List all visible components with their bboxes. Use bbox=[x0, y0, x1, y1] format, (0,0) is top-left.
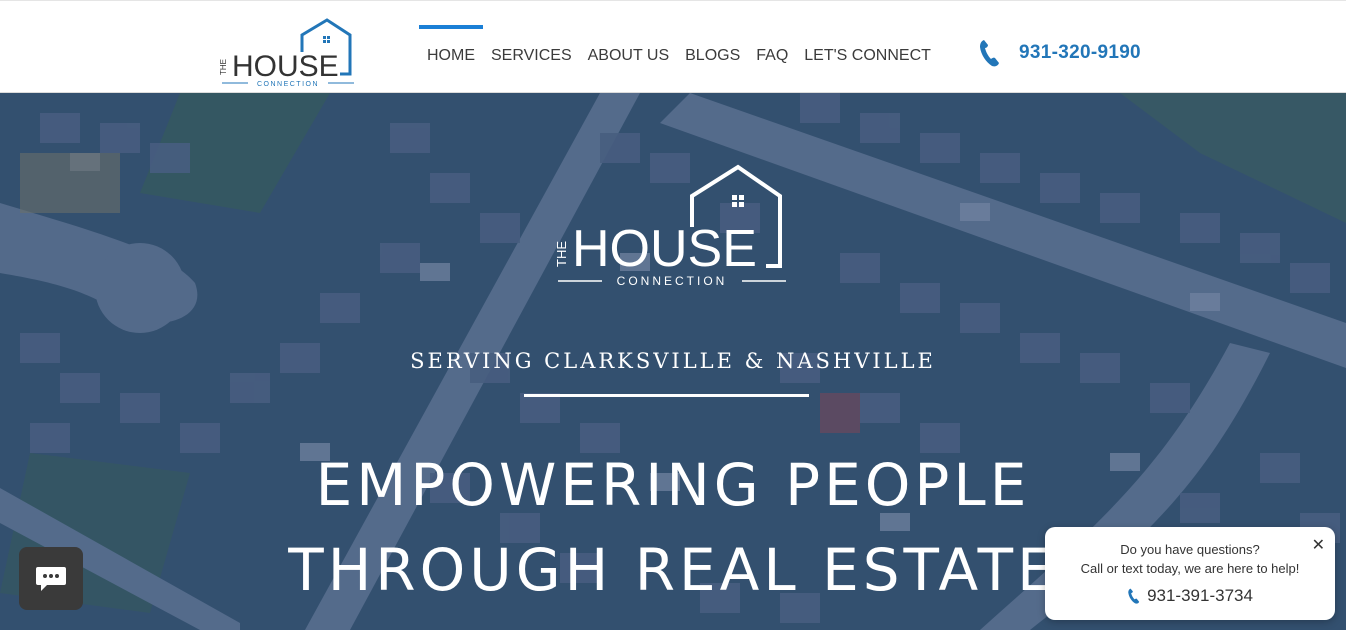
svg-text:THE: THE bbox=[554, 241, 569, 267]
chat-open-button[interactable] bbox=[19, 547, 83, 610]
phone-icon bbox=[980, 40, 999, 67]
nav-home[interactable]: HOME bbox=[419, 25, 483, 75]
svg-text:HOUSE: HOUSE bbox=[232, 50, 339, 83]
hero-headline-line1: EMPOWERING PEOPLE bbox=[315, 451, 1031, 519]
nav-blogs[interactable]: BLOGS bbox=[677, 25, 748, 75]
phone-icon bbox=[1128, 588, 1140, 604]
site-header: THE HOUSE CONNECTION HOME SERVICES ABOUT… bbox=[0, 0, 1346, 93]
popup-message: Call or text today, we are here to help! bbox=[1080, 561, 1300, 576]
popup-phone[interactable]: 931-391-3734 bbox=[1045, 586, 1335, 606]
tagline-divider bbox=[524, 394, 809, 397]
svg-text:HOUSE: HOUSE bbox=[572, 220, 757, 278]
nav-lets-connect[interactable]: LET'S CONNECT bbox=[796, 25, 939, 75]
hero-tagline: SERVING CLARKSVILLE & NASHVILLE bbox=[410, 349, 936, 373]
header-phone[interactable]: 931-320-9190 bbox=[979, 39, 1141, 67]
popup-phone-number[interactable]: 931-391-3734 bbox=[1147, 586, 1253, 606]
nav-faq[interactable]: FAQ bbox=[748, 25, 796, 75]
chat-popup[interactable]: ✕ Do you have questions? Call or text to… bbox=[1045, 527, 1335, 620]
nav-about-us[interactable]: ABOUT US bbox=[580, 25, 678, 75]
svg-text:CONNECTION: CONNECTION bbox=[617, 274, 728, 288]
main-nav: HOME SERVICES ABOUT US BLOGS FAQ LET'S C… bbox=[419, 25, 939, 75]
hero-house-connection-logo: THE HOUSE CONNECTION bbox=[554, 164, 786, 288]
svg-text:CONNECTION: CONNECTION bbox=[257, 81, 319, 88]
popup-question: Do you have questions? bbox=[1120, 542, 1260, 557]
svg-text:THE: THE bbox=[220, 59, 228, 75]
nav-services[interactable]: SERVICES bbox=[483, 25, 580, 75]
chat-bubble-icon bbox=[36, 566, 66, 591]
header-phone-number[interactable]: 931-320-9190 bbox=[1019, 42, 1141, 64]
house-connection-logo[interactable]: THE HOUSE CONNECTION bbox=[220, 15, 356, 89]
